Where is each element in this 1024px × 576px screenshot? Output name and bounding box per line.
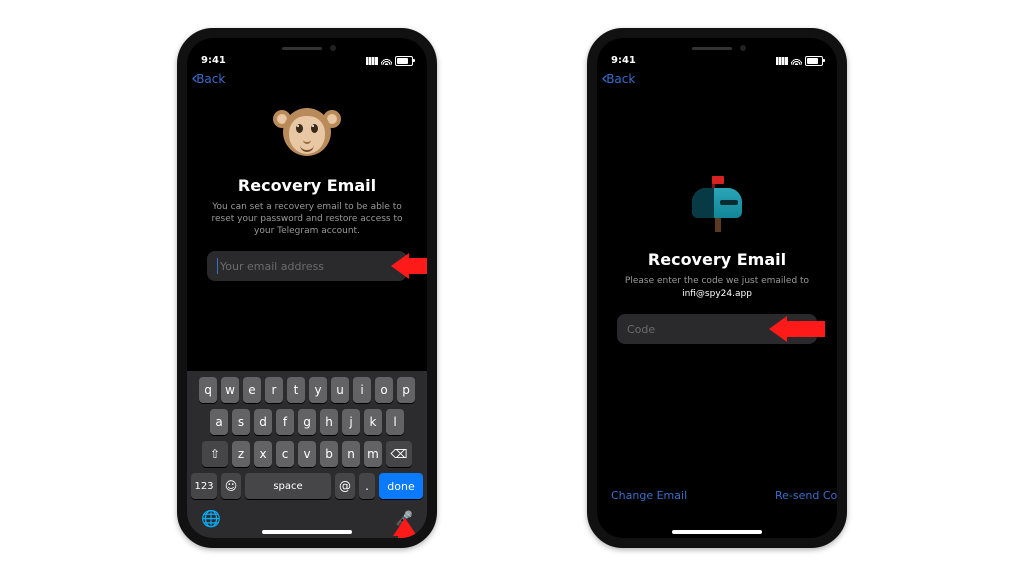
page-title: Recovery Email	[238, 176, 376, 195]
email-field[interactable]: Your email address	[207, 251, 407, 281]
notch	[252, 38, 362, 58]
key-c[interactable]: c	[276, 441, 294, 467]
page-subtitle: Please enter the code we just emailed to…	[625, 275, 809, 300]
home-indicator[interactable]	[262, 530, 352, 534]
key-emoji[interactable]: ☺	[221, 473, 241, 499]
battery-icon	[805, 56, 823, 66]
back-button[interactable]: ‹ Back	[597, 68, 837, 90]
resend-code-button[interactable]: Re-send Code	[775, 489, 847, 502]
status-time: 9:41	[611, 55, 636, 66]
globe-icon[interactable]: 🌐	[201, 509, 221, 528]
key-r[interactable]: r	[265, 377, 283, 403]
back-label: Back	[606, 72, 635, 86]
key-done[interactable]: done	[379, 473, 423, 499]
key-s[interactable]: s	[232, 409, 250, 435]
key-m[interactable]: m	[364, 441, 382, 467]
notch	[662, 38, 772, 58]
key-123[interactable]: 123	[191, 473, 217, 499]
key-y[interactable]: y	[309, 377, 327, 403]
key-k[interactable]: k	[364, 409, 382, 435]
key-t[interactable]: t	[287, 377, 305, 403]
wifi-icon	[791, 57, 802, 65]
status-time: 9:41	[201, 55, 226, 66]
mailbox-icon	[682, 166, 752, 236]
key-v[interactable]: v	[298, 441, 316, 467]
key-z[interactable]: z	[232, 441, 250, 467]
signal-icon	[366, 57, 378, 65]
change-email-button[interactable]: Change Email	[611, 489, 687, 502]
key-u[interactable]: u	[331, 377, 349, 403]
key-at[interactable]: @	[335, 473, 355, 499]
keyboard[interactable]: q w e r t y u i o p a s d f g h j k l	[187, 371, 427, 538]
key-w[interactable]: w	[221, 377, 239, 403]
key-h[interactable]: h	[320, 409, 338, 435]
phone-left: 9:41 ‹ Back Recovery Email You can set	[177, 28, 437, 548]
key-q[interactable]: q	[199, 377, 217, 403]
back-label: Back	[196, 72, 225, 86]
home-indicator[interactable]	[672, 530, 762, 534]
key-e[interactable]: e	[243, 377, 261, 403]
battery-icon	[395, 56, 413, 66]
code-placeholder: Code	[627, 323, 655, 336]
keyboard-row-1: q w e r t y u i o p	[191, 377, 423, 403]
key-g[interactable]: g	[298, 409, 316, 435]
key-shift[interactable]: ⇧	[202, 441, 228, 467]
key-x[interactable]: x	[254, 441, 272, 467]
key-l[interactable]: l	[386, 409, 404, 435]
wifi-icon	[381, 57, 392, 65]
key-d[interactable]: d	[254, 409, 272, 435]
code-field[interactable]: Code	[617, 314, 817, 344]
page-title: Recovery Email	[648, 250, 786, 269]
key-o[interactable]: o	[375, 377, 393, 403]
keyboard-row-3: ⇧ z x c v b n m ⌫	[191, 441, 423, 467]
key-b[interactable]: b	[320, 441, 338, 467]
key-backspace[interactable]: ⌫	[386, 441, 412, 467]
email-placeholder: Your email address	[220, 260, 324, 273]
page-subtitle: You can set a recovery email to be able …	[205, 201, 409, 237]
key-space[interactable]: space	[245, 473, 331, 499]
back-button[interactable]: ‹ Back	[187, 68, 427, 90]
key-dot[interactable]: .	[359, 473, 375, 499]
keyboard-row-2: a s d f g h j k l	[191, 409, 423, 435]
key-a[interactable]: a	[210, 409, 228, 435]
signal-icon	[776, 57, 788, 65]
monkey-icon	[277, 102, 337, 162]
target-email: infi@spy24.app	[625, 288, 809, 300]
key-n[interactable]: n	[342, 441, 360, 467]
phone-right: 9:41 ‹ Back Recovery Email	[587, 28, 847, 548]
key-j[interactable]: j	[342, 409, 360, 435]
key-f[interactable]: f	[276, 409, 294, 435]
key-i[interactable]: i	[353, 377, 371, 403]
annotation-arrow-done	[393, 518, 417, 548]
keyboard-row-4: 123 ☺ space @ . done	[191, 473, 423, 499]
key-p[interactable]: p	[397, 377, 415, 403]
